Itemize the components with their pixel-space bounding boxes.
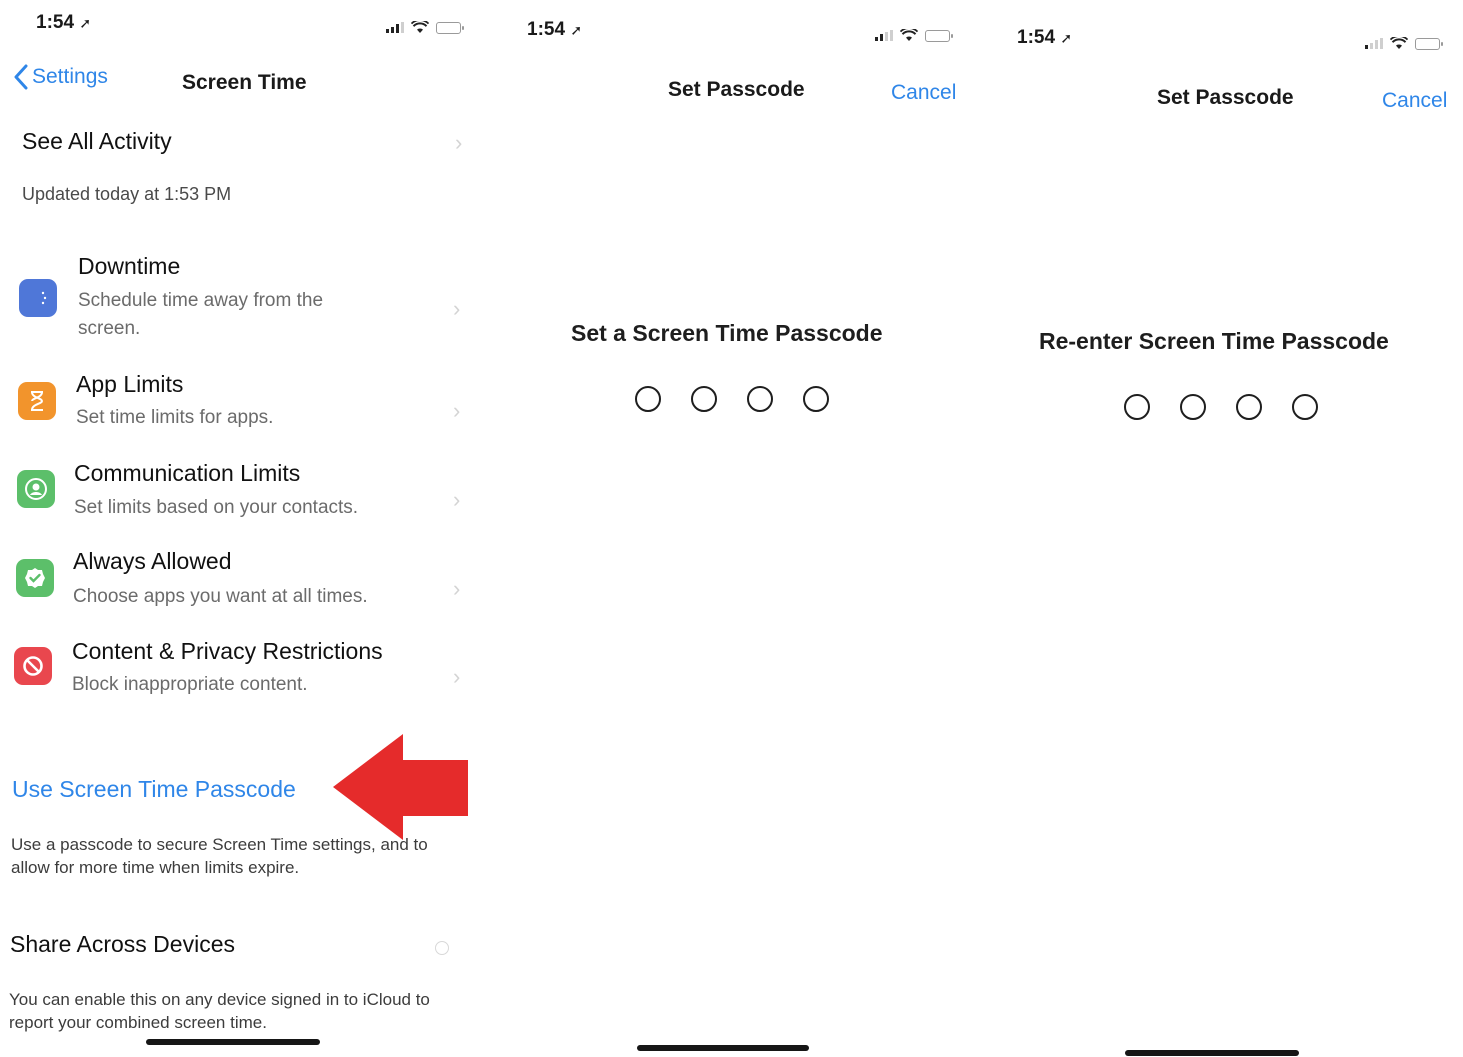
status-icons [386,21,464,34]
passcode-prompt: Set a Screen Time Passcode [571,320,883,346]
red-arrow-annotation [333,734,468,840]
share-across-devices-row[interactable]: Share Across Devices [0,926,475,966]
use-passcode-link[interactable]: Use Screen Time Passcode [12,776,296,803]
feature-row-subtitle: Set time limits for apps. [76,407,274,428]
cancel-button[interactable]: Cancel [891,81,956,105]
passcode-dots[interactable] [1124,394,1318,420]
passcode-dot [635,386,661,412]
see-all-activity-row[interactable]: See All Activity › [0,122,475,162]
back-button[interactable]: Settings [14,64,108,90]
chevron-right-icon: › [453,576,461,601]
page-title: Screen Time [182,71,307,94]
status-time: 1:54 ➚ [527,19,583,40]
cellular-signal-icon [1365,38,1383,49]
status-icons [875,29,953,42]
feature-row-subtitle: Set limits based on your contacts. [74,497,359,518]
moon-icon [19,279,57,317]
chevron-right-icon: › [453,296,461,321]
status-time: 1:54 ➚ [1017,27,1073,48]
battery-icon [436,21,464,34]
feature-row-title: App Limits [76,371,184,397]
feature-row-title: Downtime [78,253,181,279]
battery-icon [925,29,953,42]
passcode-dot [1292,394,1318,420]
status-time: 1:54 ➚ [36,12,92,33]
chevron-right-icon: › [453,398,461,423]
cellular-signal-icon [386,22,404,33]
feature-row-subtitle: Block inappropriate content. [72,674,308,695]
share-across-devices-label: Share Across Devices [10,931,235,957]
cancel-button[interactable]: Cancel [1382,89,1447,113]
feature-row-title: Content & Privacy Restrictions [72,638,383,664]
wifi-icon [411,21,429,33]
updated-timestamp: Updated today at 1:53 PM [22,184,232,204]
feature-row-title: Always Allowed [73,548,232,574]
chevron-right-icon: › [453,487,461,512]
checkmark-badge-icon [16,559,54,597]
page-title: Set Passcode [668,78,805,101]
passcode-dot [803,386,829,412]
share-toggle[interactable] [435,941,449,955]
arrow-shape [333,734,468,840]
home-indicator[interactable] [637,1045,809,1051]
passcode-dot [1236,394,1262,420]
battery-icon [1415,37,1443,50]
wifi-icon [1390,37,1408,49]
prohibited-icon [14,647,52,685]
passcode-dot [691,386,717,412]
passcode-dot [1180,394,1206,420]
set-passcode-panel: 1:54 ➚ Set Passcode Cancel Set a Screen … [487,0,977,1057]
share-footnote: You can enable this on any device signed… [9,990,430,1032]
passcode-dot [747,386,773,412]
feature-row-subtitle: Schedule time away from the screen. [78,290,324,339]
chevron-right-icon: › [453,664,461,689]
passcode-dot [1124,394,1150,420]
chevron-right-icon: › [455,130,463,155]
person-circle-icon [17,470,55,508]
page-title: Set Passcode [1157,86,1294,109]
chevron-left-icon [14,64,28,90]
feature-row-title: Communication Limits [74,460,301,486]
see-all-activity-label: See All Activity [22,128,172,154]
passcode-prompt: Re-enter Screen Time Passcode [1039,328,1389,354]
screen-time-panel: 1:54 ➚ Settings Screen Time See All Acti… [0,0,475,1057]
passcode-dots[interactable] [635,386,829,412]
feature-row-subtitle: Choose apps you want at all times. [73,586,368,607]
cellular-signal-icon [875,30,893,41]
back-label: Settings [32,65,108,88]
reenter-passcode-panel: 1:54 ➚ Set Passcode Cancel Re-enter Scre… [977,0,1463,1057]
status-icons [1365,37,1443,50]
home-indicator[interactable] [146,1039,320,1045]
wifi-icon [900,29,918,41]
hourglass-icon [18,382,56,420]
home-indicator[interactable] [1125,1050,1299,1056]
